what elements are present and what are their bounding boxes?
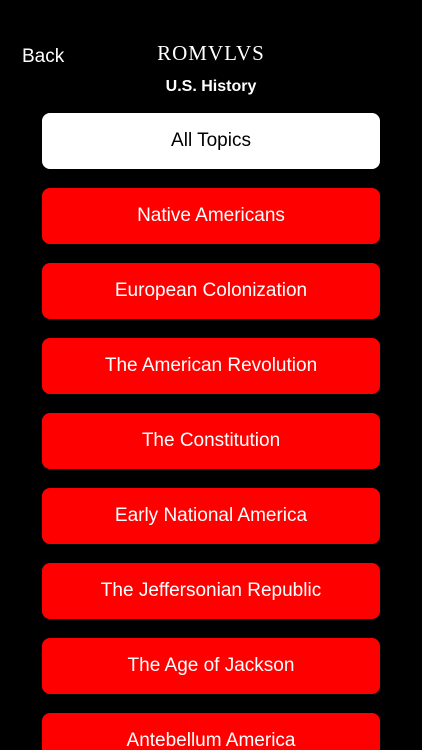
nav-header: Back ROMVLVS U.S. History bbox=[0, 0, 422, 105]
topic-american-revolution-button[interactable]: The American Revolution bbox=[42, 338, 380, 394]
topic-native-americans-button[interactable]: Native Americans bbox=[42, 188, 380, 244]
app-logo: ROMVLVS bbox=[157, 41, 265, 65]
page-title: U.S. History bbox=[165, 78, 257, 95]
topic-age-of-jackson-button[interactable]: The Age of Jackson bbox=[42, 638, 380, 694]
topic-jeffersonian-republic-button[interactable]: The Jeffersonian Republic bbox=[42, 563, 380, 619]
topic-antebellum-america-button[interactable]: Antebellum America bbox=[42, 713, 380, 750]
topic-all-topics-button[interactable]: All Topics bbox=[42, 113, 380, 169]
topic-european-colonization-button[interactable]: European Colonization bbox=[42, 263, 380, 319]
topic-constitution-button[interactable]: The Constitution bbox=[42, 413, 380, 469]
topic-list[interactable]: All Topics Native Americans European Col… bbox=[42, 113, 380, 750]
topic-early-national-america-button[interactable]: Early National America bbox=[42, 488, 380, 544]
